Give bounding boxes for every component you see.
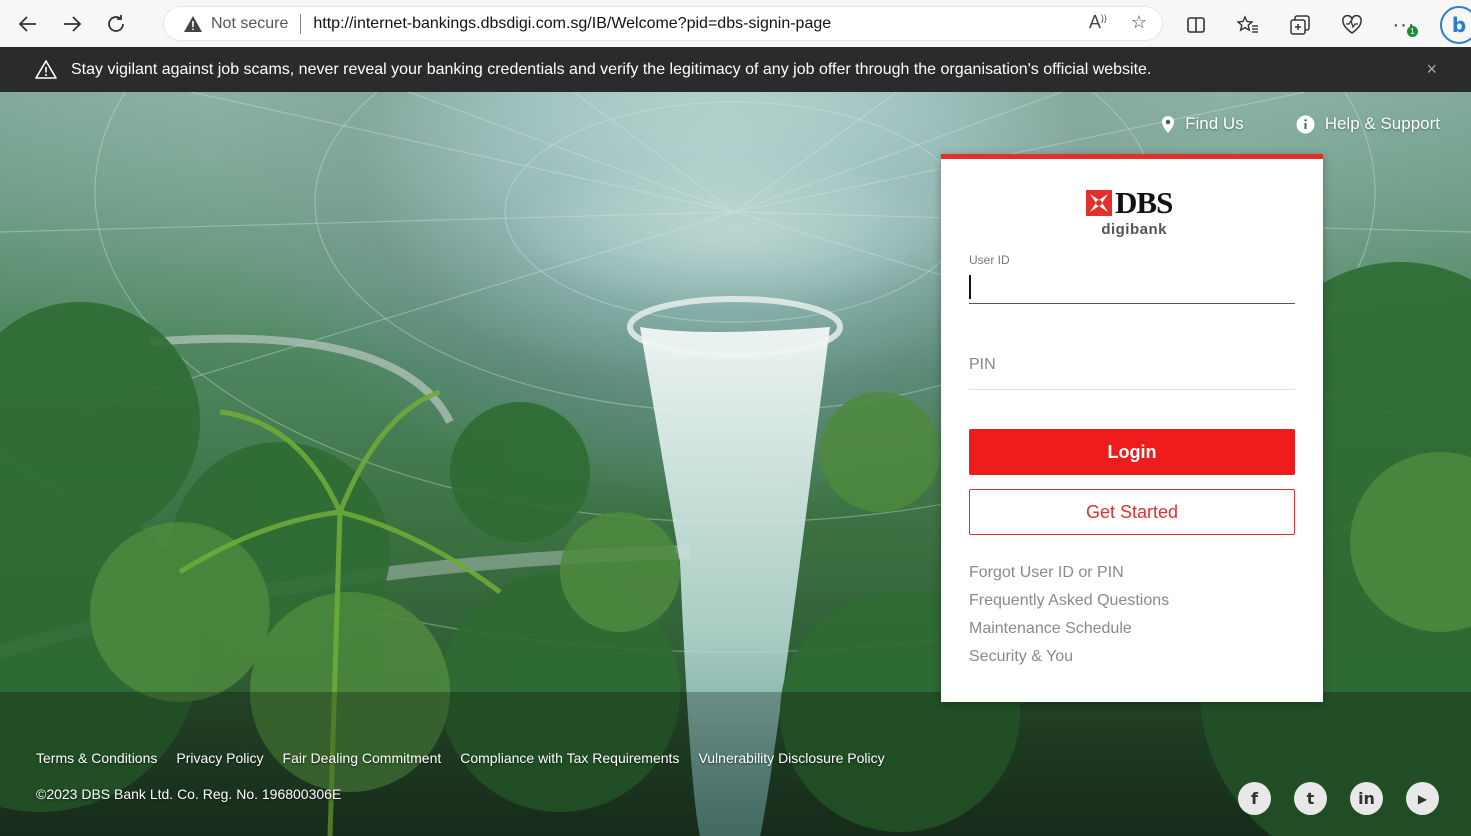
scam-alert-banner: Stay vigilant against job scams, never r… xyxy=(0,47,1471,92)
brand-name: DBS xyxy=(1115,185,1173,220)
location-pin-icon xyxy=(1162,115,1175,133)
user-id-input[interactable] xyxy=(969,269,1295,304)
collections-icon[interactable] xyxy=(1284,9,1316,41)
text-caret xyxy=(969,275,971,299)
help-support-label: Help & Support xyxy=(1324,114,1440,133)
youtube-icon[interactable]: ▶ xyxy=(1406,782,1439,815)
login-card: DBS digibank User ID Login Get Started F… xyxy=(941,154,1323,702)
forward-icon[interactable] xyxy=(54,6,90,42)
help-support-link[interactable]: Help & Support xyxy=(1296,114,1440,134)
favorite-star-icon[interactable]: ☆ xyxy=(1131,12,1147,33)
help-links: Forgot User ID or PIN Frequently Asked Q… xyxy=(969,563,1169,675)
refresh-icon[interactable] xyxy=(98,6,134,42)
address-divider xyxy=(300,13,302,34)
maintenance-schedule-link[interactable]: Maintenance Schedule xyxy=(969,619,1169,647)
terms-link[interactable]: Terms & Conditions xyxy=(36,750,157,766)
dbs-logo: DBS digibank xyxy=(1086,185,1173,238)
alert-close-button[interactable]: × xyxy=(1426,59,1437,80)
get-started-button[interactable]: Get Started xyxy=(969,489,1295,535)
read-aloud-icon[interactable]: A)) xyxy=(1089,12,1107,33)
address-bar[interactable]: Not secure http://internet-bankings.dbsd… xyxy=(163,6,1163,41)
copyright-text: ©2023 DBS Bank Ltd. Co. Reg. No. 1968003… xyxy=(36,786,342,802)
browser-toolbar: Not secure http://internet-bankings.dbsd… xyxy=(0,0,1471,48)
alert-message: Stay vigilant against job scams, never r… xyxy=(71,60,1152,78)
tax-compliance-link[interactable]: Compliance with Tax Requirements xyxy=(460,750,679,766)
twitter-icon[interactable]: t xyxy=(1294,782,1327,815)
alert-warning-icon xyxy=(35,59,57,79)
forgot-credentials-link[interactable]: Forgot User ID or PIN xyxy=(969,563,1169,591)
pin-input[interactable] xyxy=(969,341,1295,390)
split-screen-icon[interactable] xyxy=(1180,9,1212,41)
brand-subtitle: digibank xyxy=(1101,221,1167,238)
back-icon[interactable] xyxy=(10,6,46,42)
linkedin-icon[interactable]: in xyxy=(1350,782,1383,815)
fair-dealing-link[interactable]: Fair Dealing Commitment xyxy=(283,750,442,766)
bing-copilot-icon[interactable]: b xyxy=(1440,6,1471,44)
warning-icon xyxy=(184,15,202,32)
info-icon xyxy=(1296,115,1315,133)
favorites-icon[interactable] xyxy=(1232,9,1264,41)
dbs-star-icon xyxy=(1086,190,1112,216)
privacy-link[interactable]: Privacy Policy xyxy=(176,750,263,766)
social-links: f t in ▶ xyxy=(1238,782,1439,815)
vulnerability-disclosure-link[interactable]: Vulnerability Disclosure Policy xyxy=(698,750,884,766)
browser-essentials-icon[interactable] xyxy=(1336,9,1368,41)
find-us-label: Find Us xyxy=(1185,114,1244,133)
user-id-label: User ID xyxy=(969,253,1010,267)
security-status[interactable]: Not secure xyxy=(211,15,288,33)
find-us-link[interactable]: Find Us xyxy=(1161,114,1244,134)
facebook-icon[interactable]: f xyxy=(1238,782,1271,815)
footer-links: Terms & Conditions Privacy Policy Fair D… xyxy=(36,750,885,766)
notification-badge: 1 xyxy=(1407,26,1418,37)
login-button[interactable]: Login xyxy=(969,429,1295,475)
security-link[interactable]: Security & You xyxy=(969,647,1169,675)
more-menu-icon[interactable]: ··· 1 xyxy=(1388,9,1420,41)
url-text[interactable]: http://internet-bankings.dbsdigi.com.sg/… xyxy=(313,15,831,33)
faq-link[interactable]: Frequently Asked Questions xyxy=(969,591,1169,619)
